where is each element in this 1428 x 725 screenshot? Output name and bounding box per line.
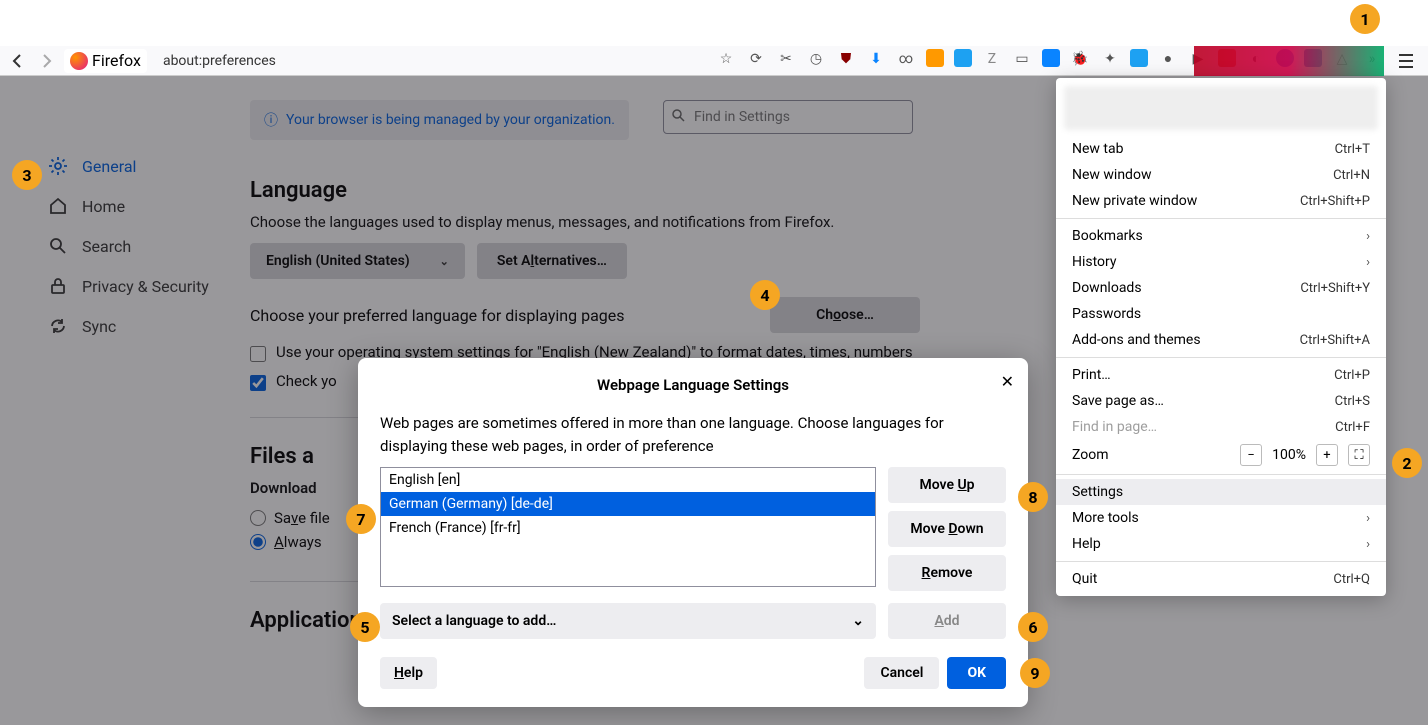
annotation-badge-2: 2 [1392, 448, 1422, 478]
menu-item-quit[interactable]: QuitCtrl+Q [1056, 566, 1386, 592]
app-menu-button[interactable] [1392, 49, 1420, 73]
annotation-badge-9: 9 [1020, 658, 1050, 688]
remove-button[interactable]: Remove [888, 555, 1006, 591]
download-icon[interactable]: ⬇ [866, 49, 886, 69]
annotation-badge-6: 6 [1018, 612, 1048, 642]
mask-icon[interactable]: ∞ [896, 49, 916, 69]
zoom-controls: Zoom − 100% + ⛶ [1056, 440, 1386, 470]
persona-decoration [1194, 46, 1384, 76]
menu-item-find: Find in page…Ctrl+F [1056, 414, 1386, 440]
firefox-logo-icon [70, 52, 88, 70]
help-button[interactable]: Help [380, 657, 437, 689]
bookmark-star-icon[interactable]: ☆ [716, 49, 736, 69]
menu-item-new-tab[interactable]: New tabCtrl+T [1056, 136, 1386, 162]
ok-button[interactable]: OK [947, 657, 1006, 689]
url-text: about:preferences [163, 53, 276, 69]
ext-icon-4[interactable] [1042, 49, 1060, 67]
clock-icon[interactable]: ◷ [806, 49, 826, 69]
zoom-out-button[interactable]: − [1240, 444, 1262, 466]
extension-icon[interactable]: ✂ [776, 49, 796, 69]
annotation-badge-8: 8 [1018, 482, 1048, 512]
ext-icon-5[interactable]: 🐞 [1070, 49, 1090, 69]
reader-icon[interactable]: ▭ [1012, 49, 1032, 69]
brand-label: Firefox [92, 51, 141, 70]
ublock-icon[interactable]: ⛊ [836, 49, 856, 69]
ext-icon-2[interactable] [954, 49, 972, 67]
annotation-badge-3: 3 [12, 160, 42, 190]
forward-button[interactable] [36, 51, 56, 71]
menu-item-save-as[interactable]: Save page as…Ctrl+S [1056, 388, 1386, 414]
menu-item-more-tools[interactable]: More tools› [1056, 505, 1386, 531]
account-section[interactable] [1064, 86, 1378, 130]
annotation-badge-4: 4 [750, 280, 780, 310]
menu-item-history[interactable]: History› [1056, 249, 1386, 275]
add-button[interactable]: Add [888, 603, 1006, 639]
annotation-badge-1: 1 [1350, 4, 1380, 34]
menu-item-bookmarks[interactable]: Bookmarks› [1056, 223, 1386, 249]
menu-item-downloads[interactable]: DownloadsCtrl+Shift+Y [1056, 275, 1386, 301]
ext-icon-3[interactable]: Z [982, 49, 1002, 69]
menu-item-print[interactable]: Print…Ctrl+P [1056, 362, 1386, 388]
url-bar[interactable]: about:preferences [155, 53, 575, 69]
cancel-button[interactable]: Cancel [864, 657, 939, 689]
language-listbox[interactable]: English [en] German (Germany) [de-de] Fr… [380, 467, 876, 587]
lang-item[interactable]: German (Germany) [de-de] [381, 492, 875, 516]
ext-icon-6[interactable]: ✦ [1100, 49, 1120, 69]
ext-icon-1[interactable] [926, 49, 944, 67]
identity-box[interactable]: Firefox [64, 49, 147, 73]
zoom-in-button[interactable]: + [1316, 444, 1338, 466]
menu-item-addons[interactable]: Add-ons and themesCtrl+Shift+A [1056, 327, 1386, 353]
reload-icon[interactable]: ⟳ [746, 49, 766, 69]
back-button[interactable] [8, 51, 28, 71]
fullscreen-button[interactable]: ⛶ [1348, 444, 1370, 466]
lang-item[interactable]: French (France) [fr-fr] [381, 516, 875, 540]
add-language-select[interactable]: Select a language to add… ⌄ [380, 603, 876, 639]
dialog-desc: Web pages are sometimes offered in more … [380, 412, 1006, 457]
zoom-value: 100% [1272, 447, 1306, 463]
menu-item-help[interactable]: Help› [1056, 531, 1386, 557]
ext-icon-8[interactable]: ● [1158, 49, 1178, 69]
menu-item-new-window[interactable]: New windowCtrl+N [1056, 162, 1386, 188]
menu-item-settings[interactable]: Settings [1056, 479, 1386, 505]
app-menu: New tabCtrl+T New windowCtrl+N New priva… [1056, 78, 1386, 596]
menu-item-new-private[interactable]: New private windowCtrl+Shift+P [1056, 188, 1386, 214]
add-select-label: Select a language to add… [392, 613, 556, 629]
move-down-button[interactable]: Move Down [888, 511, 1006, 547]
dialog-title: Webpage Language Settings [380, 376, 1006, 394]
ext-icon-7[interactable] [1130, 49, 1148, 67]
annotation-badge-5: 5 [350, 612, 380, 642]
language-settings-dialog: Webpage Language Settings ✕ Web pages ar… [358, 358, 1028, 707]
menu-item-passwords[interactable]: Passwords [1056, 301, 1386, 327]
annotation-badge-7: 7 [346, 504, 376, 534]
chevron-down-icon: ⌄ [852, 613, 864, 629]
lang-item[interactable]: English [en] [381, 468, 875, 492]
move-up-button[interactable]: Move Up [888, 467, 1006, 503]
close-icon[interactable]: ✕ [1001, 372, 1014, 391]
